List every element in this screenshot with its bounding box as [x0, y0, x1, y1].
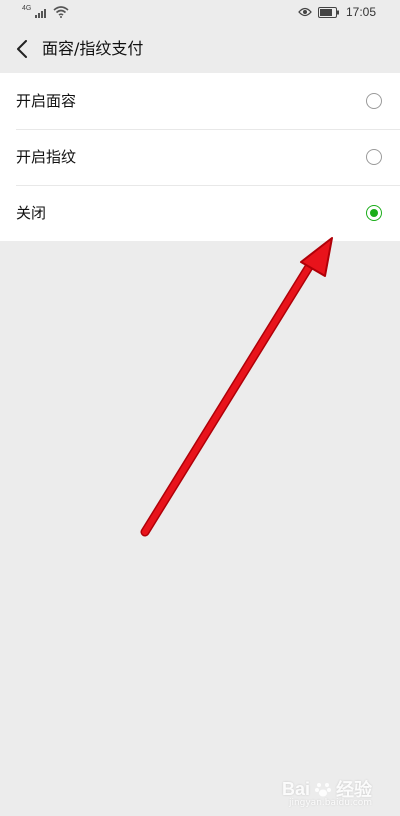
watermark: Bai 经验 jingyan.baidu.com: [281, 776, 372, 809]
option-label: 关闭: [16, 204, 47, 222]
status-time: 17:05: [345, 5, 376, 19]
eye-icon: [298, 7, 312, 17]
radio-button[interactable]: [366, 149, 382, 165]
chevron-left-icon: [17, 40, 27, 58]
paw-icon: [315, 783, 331, 797]
page-title: 面容/指纹支付: [42, 39, 144, 58]
nav-bar: 面容/指纹支付: [0, 26, 400, 72]
network-label: 4G: [22, 5, 32, 12]
status-left: 4G: [22, 5, 69, 18]
options-list: 开启面容 开启指纹 关闭: [0, 73, 400, 241]
arrow-head-icon: [300, 237, 333, 277]
wifi-icon: [53, 6, 69, 18]
option-label: 开启面容: [16, 92, 77, 110]
option-face[interactable]: 开启面容: [0, 73, 400, 129]
battery-icon: [317, 6, 339, 18]
watermark-sub: jingyan.baidu.com: [288, 798, 372, 808]
watermark-brand: Bai: [281, 778, 310, 799]
signal-icon: [35, 9, 47, 18]
back-button[interactable]: [10, 36, 34, 62]
radio-button-checked[interactable]: [366, 205, 382, 221]
option-fingerprint[interactable]: 开启指纹: [0, 129, 400, 185]
option-label: 开启指纹: [16, 148, 77, 166]
radio-button[interactable]: [366, 93, 382, 109]
status-right: 17:05: [298, 5, 376, 19]
option-off[interactable]: 关闭: [0, 185, 400, 241]
status-bar: 4G 17:05: [0, 0, 400, 26]
